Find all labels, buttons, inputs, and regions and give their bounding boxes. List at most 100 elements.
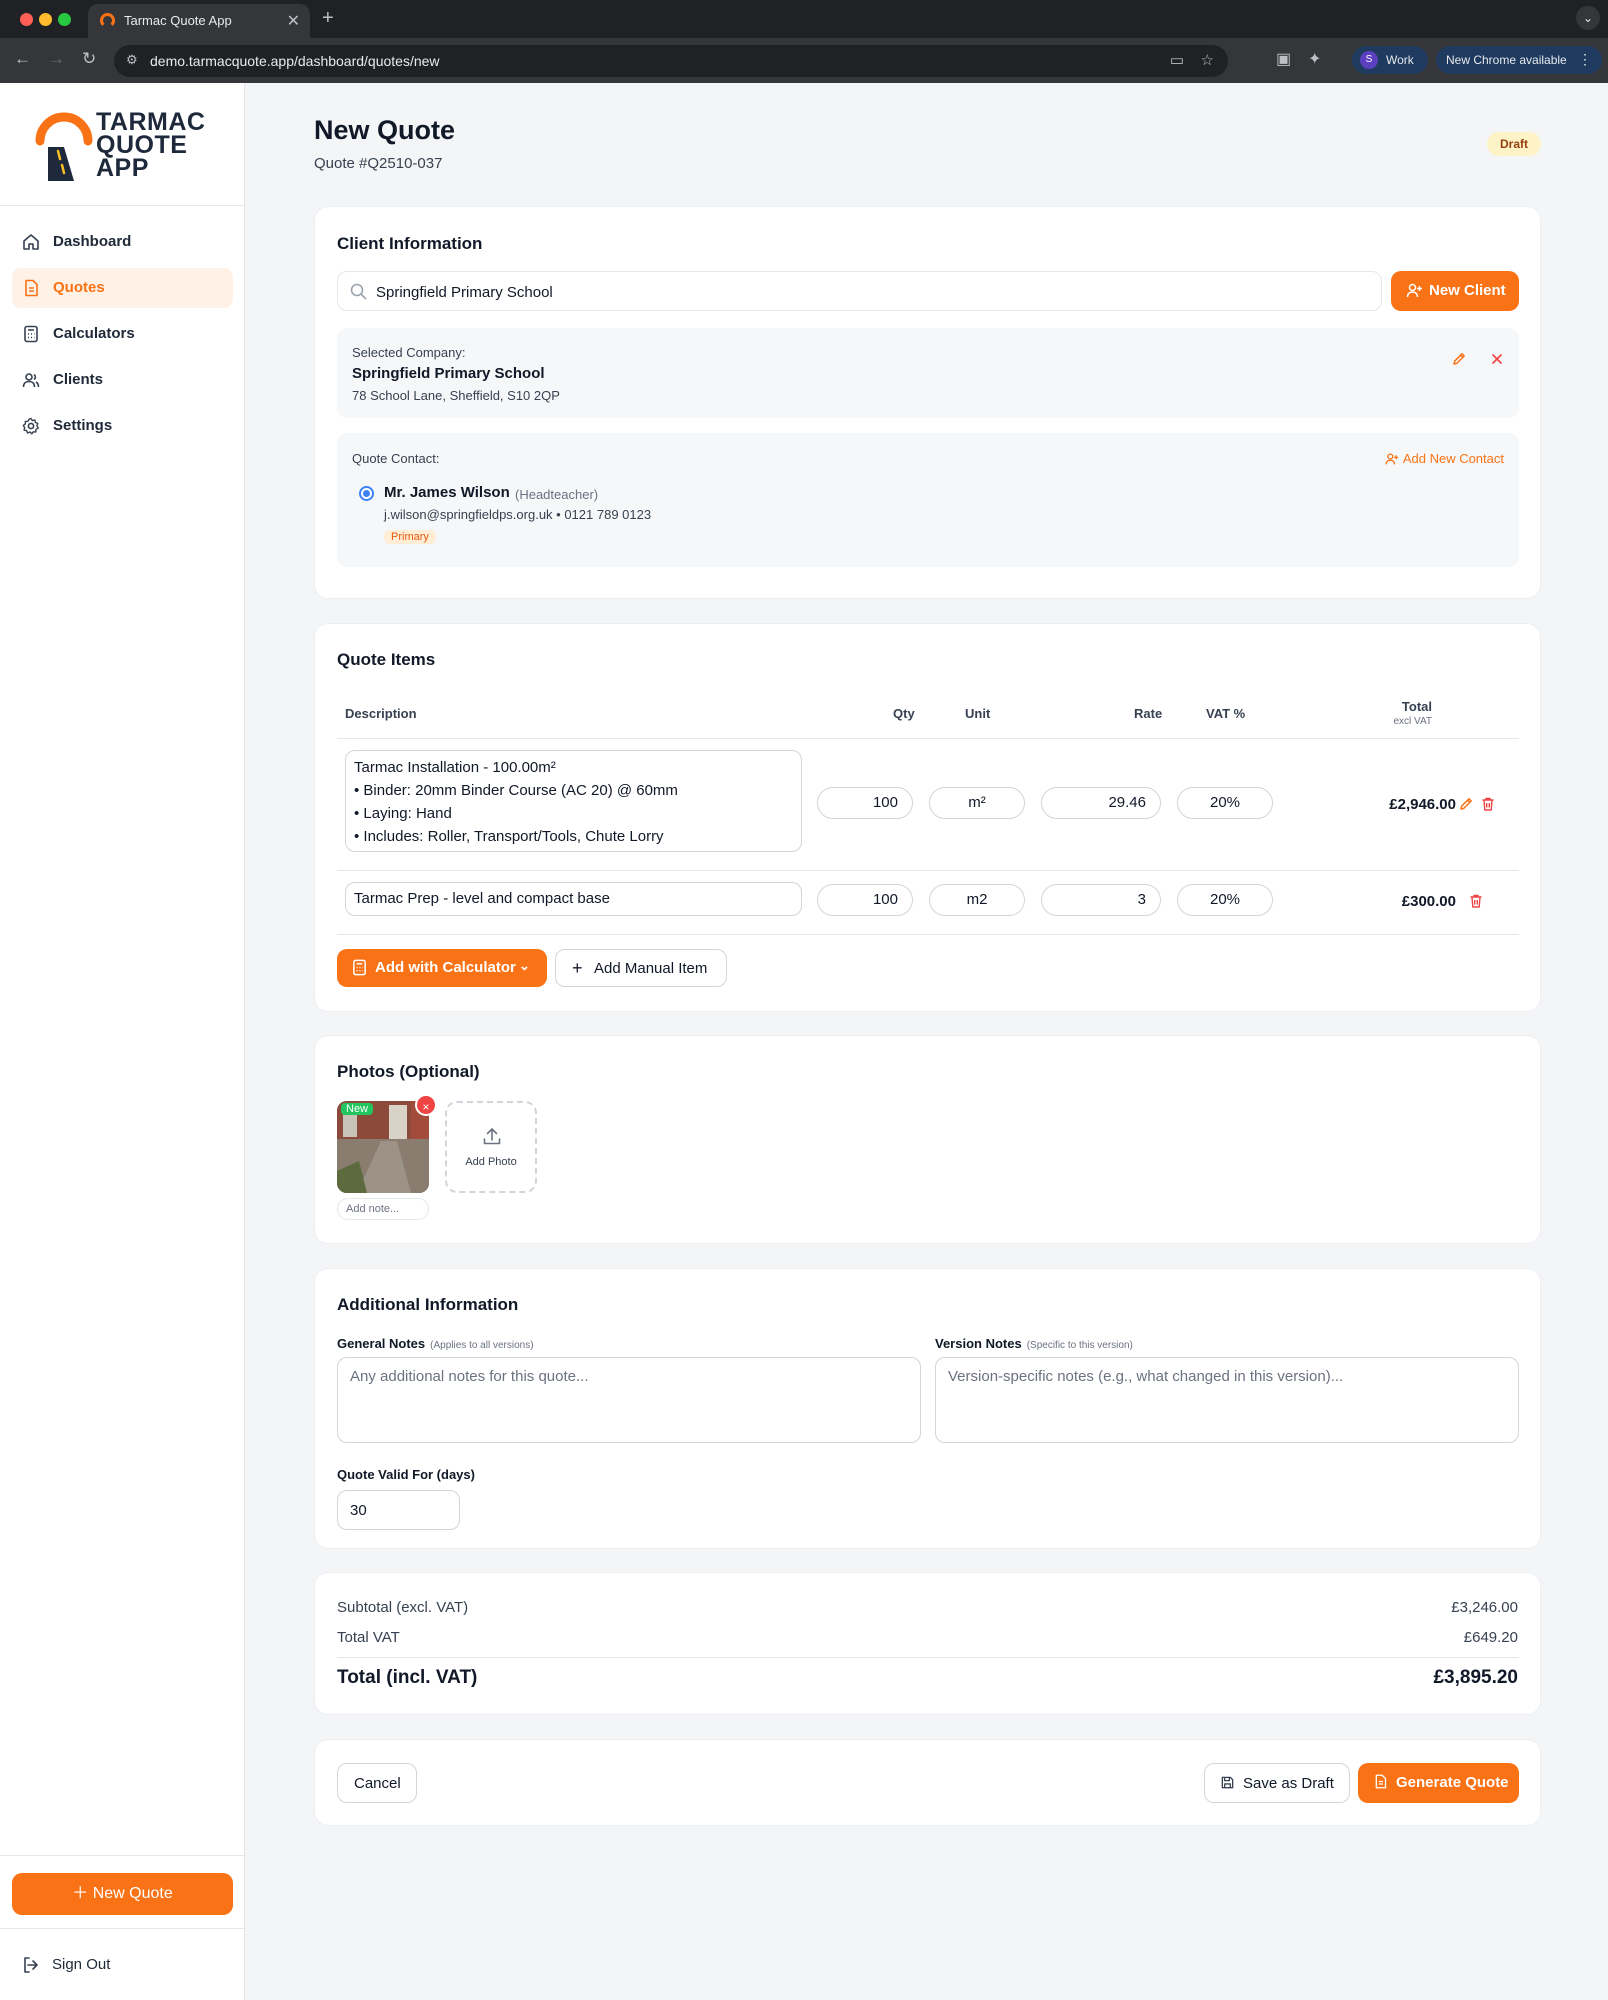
cancel-button[interactable]: Cancel: [337, 1763, 417, 1803]
add-with-calculator-button[interactable]: Add with Calculator ⌄: [337, 949, 547, 987]
item-rate-input[interactable]: 29.46: [1041, 787, 1161, 819]
item-qty-input[interactable]: 100: [817, 787, 913, 819]
install-app-icon[interactable]: ▭: [1170, 51, 1184, 69]
additional-information-card: Additional Information General Notes (App…: [314, 1268, 1541, 1549]
url-text[interactable]: demo.tarmacquote.app/dashboard/quotes/ne…: [150, 53, 440, 69]
sidebar-divider: [0, 1928, 245, 1929]
trash-icon[interactable]: [1480, 796, 1496, 812]
sidebar: TARMAC QUOTE APP Dashboard Quotes Calcul…: [0, 83, 245, 2000]
sidebar-item-quotes[interactable]: Quotes: [12, 268, 233, 308]
chevron-down-icon: ⌄: [519, 958, 530, 973]
sidebar-item-calculators[interactable]: Calculators: [12, 314, 233, 354]
sidebar-item-settings[interactable]: Settings: [12, 406, 233, 446]
quote-contact-label: Quote Contact:: [352, 451, 440, 466]
general-notes-textarea[interactable]: [337, 1357, 921, 1443]
back-icon[interactable]: ←: [14, 49, 31, 69]
card-title: Client Information: [337, 234, 483, 253]
generate-quote-button[interactable]: Generate Quote: [1358, 1763, 1519, 1803]
calculator-icon: [353, 959, 366, 976]
sidebar-new-quote-label: New Quote: [92, 1885, 173, 1902]
sidebar-item-label: Dashboard: [53, 233, 132, 250]
contact-details: j.wilson@springfieldps.org.uk • 0121 789…: [384, 507, 652, 522]
client-information-card: Client Information New Client Selected C…: [314, 206, 1541, 599]
search-icon: [350, 283, 367, 300]
close-icon[interactable]: [1489, 351, 1505, 367]
sidebar-item-clients[interactable]: Clients: [12, 360, 233, 400]
trash-icon[interactable]: [1468, 893, 1484, 909]
table-divider: [337, 870, 1519, 871]
column-header-rate: Rate: [1134, 706, 1163, 721]
valid-for-days-input[interactable]: 30: [337, 1490, 460, 1530]
edit-pencil-icon[interactable]: [1458, 796, 1474, 812]
edit-pencil-icon[interactable]: [1451, 351, 1467, 367]
add-new-contact-label: Add New Contact: [1402, 451, 1504, 466]
close-window-icon[interactable]: [20, 13, 33, 26]
contact-radio[interactable]: [359, 486, 374, 501]
save-as-draft-button[interactable]: Save as Draft: [1204, 1763, 1350, 1803]
add-manual-item-button[interactable]: + Add Manual Item: [555, 949, 727, 987]
subtotal-value: £3,246.00: [1451, 1599, 1518, 1616]
add-new-contact-button[interactable]: Add New Contact: [1385, 451, 1504, 466]
sidebar-new-quote-button[interactable]: ＋ New Quote: [12, 1873, 233, 1915]
app-logo[interactable]: TARMAC QUOTE APP: [34, 107, 224, 187]
general-notes-label: General Notes (Applies to all versions): [337, 1336, 534, 1351]
totals-card: Subtotal (excl. VAT) £3,246.00 Total VAT…: [314, 1572, 1541, 1715]
page-title: New Quote: [314, 115, 456, 145]
remove-photo-icon[interactable]: ×: [415, 1094, 437, 1116]
company-name: Springfield Primary School: [352, 365, 545, 382]
item-unit-input[interactable]: m²: [929, 787, 1025, 819]
profile-chip[interactable]: S Work: [1352, 46, 1428, 74]
primary-badge: Primary: [384, 530, 436, 544]
item-unit-input[interactable]: m2: [929, 884, 1025, 916]
sidebar-item-label: Quotes: [53, 279, 105, 296]
card-title: Additional Information: [337, 1295, 519, 1314]
add-photo-label: Add Photo: [465, 1156, 517, 1168]
address-bar[interactable]: ⚙ demo.tarmacquote.app/dashboard/quotes/…: [114, 45, 1228, 77]
add-photo-button[interactable]: Add Photo: [445, 1101, 537, 1193]
client-search-box[interactable]: [337, 271, 1382, 311]
save-icon: [1221, 1776, 1234, 1789]
new-client-button[interactable]: New Client: [1391, 271, 1519, 311]
plus-icon: ＋: [72, 1885, 89, 1902]
table-divider: [337, 738, 1519, 739]
chrome-update-button[interactable]: New Chrome available ⋮: [1436, 46, 1602, 74]
tab-close-icon[interactable]: ✕: [287, 11, 300, 31]
new-tab-button[interactable]: +: [322, 7, 334, 30]
forward-icon[interactable]: →: [48, 49, 65, 69]
add-manual-item-label: Add Manual Item: [594, 960, 708, 977]
photo-note-input[interactable]: Add note...: [337, 1198, 429, 1220]
photo-thumbnail[interactable]: New: [337, 1101, 429, 1193]
document-icon: [25, 279, 38, 297]
version-notes-hint: (Specific to this version): [1026, 1340, 1133, 1351]
maximize-window-icon[interactable]: [58, 13, 71, 26]
sidebar-item-dashboard[interactable]: Dashboard: [12, 222, 233, 262]
item-description-input[interactable]: Tarmac Prep - level and compact base: [345, 882, 802, 916]
sign-out-button[interactable]: Sign Out: [22, 1953, 202, 1977]
item-vat-select[interactable]: 20%: [1177, 884, 1273, 916]
sidebar-divider: [0, 205, 245, 206]
document-icon: [1375, 1774, 1387, 1789]
site-settings-icon[interactable]: ⚙: [126, 52, 138, 68]
extensions-puzzle-icon[interactable]: ✦: [1308, 49, 1321, 69]
status-badge: Draft: [1487, 132, 1541, 156]
add-with-calculator-label: Add with Calculator: [375, 959, 516, 976]
tab-search-icon[interactable]: ⌄: [1576, 6, 1600, 30]
version-notes-textarea[interactable]: [935, 1357, 1519, 1443]
client-search-input[interactable]: [376, 281, 1366, 303]
new-client-label: New Client: [1429, 282, 1506, 299]
browser-chrome: Tarmac Quote App ✕ + ⌄ ← → ↻ ⚙ demo.tarm…: [0, 0, 1608, 83]
calculator-icon: [24, 325, 38, 343]
browser-tab[interactable]: Tarmac Quote App ✕: [88, 4, 310, 38]
sidebar-divider: [0, 1855, 245, 1856]
item-rate-input[interactable]: 3: [1041, 884, 1161, 916]
upload-icon: [483, 1128, 501, 1145]
reload-icon[interactable]: ↻: [82, 49, 96, 69]
general-notes-hint: (Applies to all versions): [430, 1340, 534, 1351]
minimize-window-icon[interactable]: [39, 13, 52, 26]
item-vat-select[interactable]: 20%: [1177, 787, 1273, 819]
bookmark-star-icon[interactable]: ☆: [1201, 51, 1214, 69]
item-qty-input[interactable]: 100: [817, 884, 913, 916]
selected-company-label: Selected Company:: [352, 345, 466, 360]
item-description-input[interactable]: Tarmac Installation - 100.00m² • Binder:…: [345, 750, 802, 852]
extension-badge-icon[interactable]: ▣: [1276, 49, 1291, 69]
